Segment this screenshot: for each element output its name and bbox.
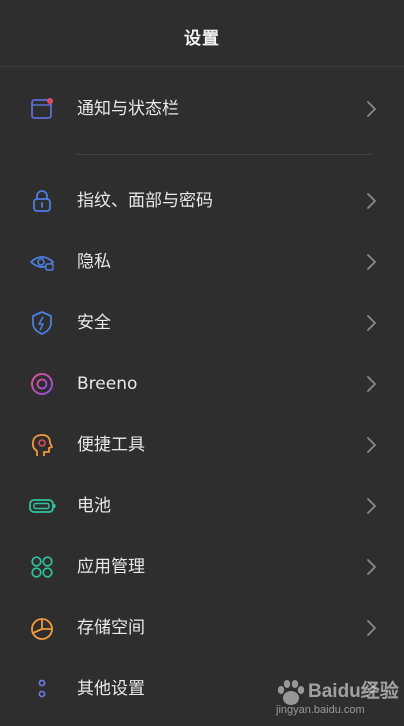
settings-item-battery[interactable]: 电池: [0, 478, 404, 534]
settings-item-label: 通知与状态栏: [77, 99, 179, 119]
settings-item-privacy[interactable]: 隐私: [0, 234, 404, 290]
settings-item-label: 其他设置: [77, 679, 145, 699]
shield-bolt-icon: [28, 309, 56, 337]
apps-grid-icon: [28, 553, 56, 581]
chevron-right-icon: [364, 374, 378, 394]
app-header: 设置: [0, 0, 404, 67]
settings-item-label: 便捷工具: [77, 435, 145, 455]
eye-privacy-icon: [28, 248, 56, 276]
settings-item-label: 电池: [77, 496, 111, 516]
section-divider: [76, 154, 372, 155]
settings-item-app-management[interactable]: 应用管理: [0, 539, 404, 595]
settings-item-label: 指纹、面部与密码: [77, 191, 213, 211]
watermark-brand: Baidu经验: [308, 681, 399, 702]
chevron-right-icon: [364, 435, 378, 455]
chevron-right-icon: [364, 618, 378, 638]
settings-item-label: 安全: [77, 313, 111, 333]
settings-item-storage[interactable]: 存储空间: [0, 600, 404, 656]
settings-item-label: Breeno: [77, 374, 138, 394]
notification-statusbar-icon: [28, 95, 56, 123]
settings-item-security[interactable]: 安全: [0, 295, 404, 351]
settings-item-convenience-tools[interactable]: 便捷工具: [0, 417, 404, 473]
chevron-right-icon: [364, 191, 378, 211]
chevron-right-icon: [364, 252, 378, 272]
chevron-right-icon: [364, 99, 378, 119]
lock-icon: [28, 187, 56, 215]
baidu-jingyan-watermark: Baidu经验 jingyan.baidu.com: [274, 676, 399, 720]
settings-item-notifications[interactable]: 通知与状态栏: [0, 81, 404, 137]
settings-item-label: 存储空间: [77, 618, 145, 638]
settings-item-fingerprint-face-password[interactable]: 指纹、面部与密码: [0, 173, 404, 229]
pie-storage-icon: [28, 614, 56, 642]
settings-item-breeno[interactable]: Breeno: [0, 356, 404, 412]
chevron-right-icon: [364, 557, 378, 577]
head-gear-icon: [28, 431, 56, 459]
settings-item-label: 应用管理: [77, 557, 145, 577]
chevron-right-icon: [364, 496, 378, 516]
breeno-ring-icon: [28, 370, 56, 398]
chevron-right-icon: [364, 313, 378, 333]
page-title: 设置: [184, 28, 220, 49]
watermark-url: jingyan.baidu.com: [276, 704, 365, 716]
battery-icon: [28, 492, 56, 520]
dots-icon: [28, 675, 56, 703]
settings-item-label: 隐私: [77, 252, 111, 272]
